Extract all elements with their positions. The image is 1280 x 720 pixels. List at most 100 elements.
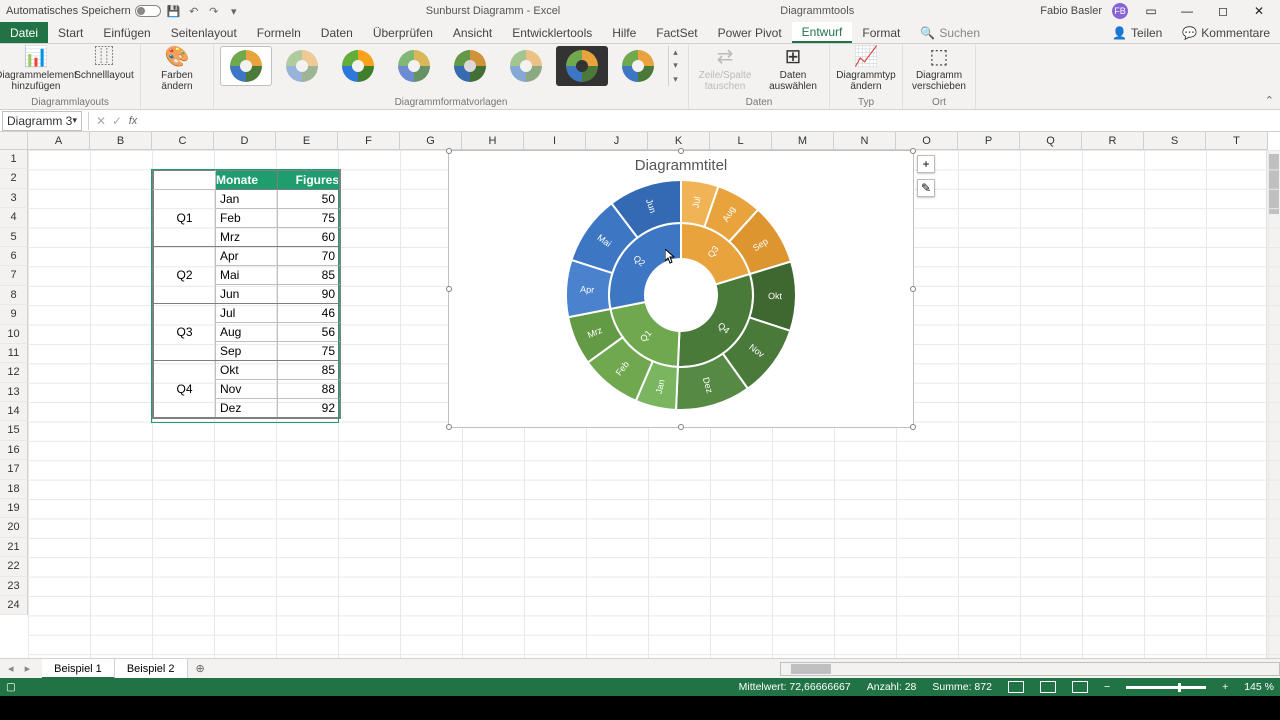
sheet-nav-prev[interactable]: ◂ ▸: [0, 662, 42, 675]
chart-style-more[interactable]: ▴▾▾: [668, 46, 682, 86]
row-header[interactable]: 11: [0, 344, 28, 363]
col-header[interactable]: L: [710, 132, 772, 150]
row-header[interactable]: 1: [0, 150, 28, 169]
tab-pagelayout[interactable]: Seitenlayout: [161, 22, 247, 43]
chart-styles-button[interactable]: ✎: [917, 179, 935, 197]
col-header[interactable]: C: [152, 132, 214, 150]
col-header[interactable]: I: [524, 132, 586, 150]
col-header[interactable]: M: [772, 132, 834, 150]
chart-style-4[interactable]: [388, 46, 440, 86]
cancel-formula-icon[interactable]: ✕: [93, 114, 109, 128]
col-header[interactable]: N: [834, 132, 896, 150]
chart-style-5[interactable]: [444, 46, 496, 86]
select-all-corner[interactable]: [0, 132, 28, 150]
zoom-in-icon[interactable]: +: [1222, 681, 1228, 693]
chart-elements-button[interactable]: +: [917, 155, 935, 173]
chart-style-gallery[interactable]: ▴▾▾: [220, 46, 682, 86]
column-headers[interactable]: ABCDEFGHIJKLMNOPQRST: [28, 132, 1268, 150]
col-header[interactable]: G: [400, 132, 462, 150]
row-header[interactable]: 9: [0, 305, 28, 324]
comments-button[interactable]: 💬Kommentare: [1172, 22, 1280, 43]
row-header[interactable]: 12: [0, 363, 28, 382]
col-header[interactable]: F: [338, 132, 400, 150]
zoom-out-icon[interactable]: −: [1104, 681, 1110, 693]
add-sheet-button[interactable]: ⊕: [188, 662, 213, 675]
normal-view-icon[interactable]: [1008, 681, 1024, 693]
col-header[interactable]: T: [1206, 132, 1268, 150]
record-macro-icon[interactable]: ▢: [6, 681, 16, 693]
row-header[interactable]: 16: [0, 441, 28, 460]
name-box[interactable]: Diagramm 3▾: [2, 111, 82, 131]
chart-title[interactable]: Diagrammtitel: [449, 151, 913, 174]
tab-help[interactable]: Hilfe: [602, 22, 646, 43]
tab-insert[interactable]: Einfügen: [93, 22, 160, 43]
row-headers[interactable]: 123456789101112131415161718192021222324: [0, 150, 28, 615]
tab-view[interactable]: Ansicht: [443, 22, 502, 43]
row-header[interactable]: 8: [0, 286, 28, 305]
move-chart-button[interactable]: ⬚Diagramm verschieben: [909, 46, 969, 92]
row-header[interactable]: 18: [0, 480, 28, 499]
tab-format[interactable]: Format: [852, 22, 910, 43]
fx-icon[interactable]: fx: [125, 115, 141, 127]
chart-style-2[interactable]: [276, 46, 328, 86]
page-layout-view-icon[interactable]: [1040, 681, 1056, 693]
row-header[interactable]: 3: [0, 189, 28, 208]
tab-design[interactable]: Entwurf: [792, 22, 853, 43]
chart-style-6[interactable]: [500, 46, 552, 86]
tab-developer[interactable]: Entwicklertools: [502, 22, 602, 43]
zoom-slider[interactable]: [1126, 686, 1206, 689]
row-header[interactable]: 22: [0, 557, 28, 576]
sheet-tab-2[interactable]: Beispiel 2: [115, 659, 188, 679]
col-header[interactable]: O: [896, 132, 958, 150]
col-header[interactable]: Q: [1020, 132, 1082, 150]
col-header[interactable]: J: [586, 132, 648, 150]
chart-style-1[interactable]: [220, 46, 272, 86]
worksheet-grid[interactable]: ABCDEFGHIJKLMNOPQRST 1234567891011121314…: [0, 132, 1280, 658]
select-data-button[interactable]: ⊞Daten auswählen: [763, 46, 823, 92]
col-header[interactable]: D: [214, 132, 276, 150]
row-header[interactable]: 19: [0, 499, 28, 518]
chart-style-3[interactable]: [332, 46, 384, 86]
search-input[interactable]: 🔍 Suchen: [910, 22, 990, 43]
col-header[interactable]: E: [276, 132, 338, 150]
sunburst-chart[interactable]: Q3JulAugSepQ4OktNovDezQ1JanFebMrzQ2AprMa…: [561, 175, 801, 415]
chart-style-8[interactable]: [612, 46, 664, 86]
change-chart-type-button[interactable]: 📈Diagrammtyp ändern: [836, 46, 896, 92]
row-header[interactable]: 21: [0, 538, 28, 557]
tab-data[interactable]: Daten: [311, 22, 363, 43]
tab-review[interactable]: Überprüfen: [363, 22, 443, 43]
row-header[interactable]: 17: [0, 460, 28, 479]
col-header[interactable]: S: [1144, 132, 1206, 150]
tab-factset[interactable]: FactSet: [646, 22, 707, 43]
tab-file[interactable]: Datei: [0, 22, 48, 43]
row-header[interactable]: 14: [0, 402, 28, 421]
sheet-tab-1[interactable]: Beispiel 1: [42, 659, 115, 679]
col-header[interactable]: R: [1082, 132, 1144, 150]
formula-input[interactable]: [141, 111, 1280, 131]
row-header[interactable]: 20: [0, 518, 28, 537]
enter-formula-icon[interactable]: ✓: [109, 114, 125, 128]
horizontal-scrollbar[interactable]: [780, 662, 1280, 676]
page-break-view-icon[interactable]: [1072, 681, 1088, 693]
tab-start[interactable]: Start: [48, 22, 93, 43]
change-colors-button[interactable]: 🎨Farben ändern: [147, 46, 207, 92]
col-header[interactable]: B: [90, 132, 152, 150]
collapse-ribbon-icon[interactable]: ⌃: [1265, 94, 1274, 107]
data-table[interactable]: Monate Figures Jan50Q1Feb75Mrz60Apr70Q2M…: [152, 169, 341, 419]
tab-formulas[interactable]: Formeln: [247, 22, 311, 43]
row-header[interactable]: 15: [0, 421, 28, 440]
row-header[interactable]: 2: [0, 169, 28, 188]
zoom-level[interactable]: 145 %: [1244, 681, 1274, 693]
row-header[interactable]: 23: [0, 577, 28, 596]
add-chart-element-button[interactable]: 📊Diagrammelement hinzufügen: [6, 46, 66, 92]
quick-layout-button[interactable]: ⿲Schnelllayout: [74, 46, 134, 81]
row-header[interactable]: 13: [0, 383, 28, 402]
chart-object[interactable]: Diagrammtitel Q3JulAugSepQ4OktNovDezQ1Ja…: [448, 150, 914, 428]
col-header[interactable]: H: [462, 132, 524, 150]
col-header[interactable]: A: [28, 132, 90, 150]
row-header[interactable]: 5: [0, 228, 28, 247]
row-header[interactable]: 10: [0, 325, 28, 344]
tab-powerpivot[interactable]: Power Pivot: [708, 22, 792, 43]
row-header[interactable]: 6: [0, 247, 28, 266]
row-header[interactable]: 7: [0, 266, 28, 285]
